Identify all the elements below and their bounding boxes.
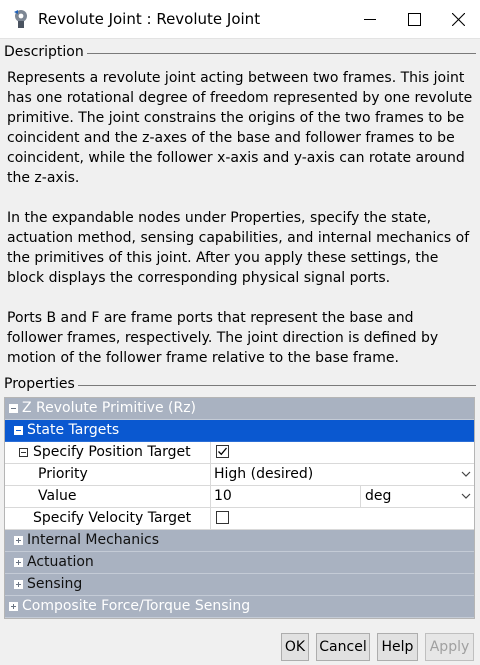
composite-sensing-label: Composite Force/Torque Sensing [22, 598, 251, 614]
collapse-icon[interactable] [9, 404, 18, 413]
unit-select[interactable]: deg [365, 488, 391, 504]
tree-row-composite-sensing[interactable]: Composite Force/Torque Sensing [5, 596, 474, 618]
tree-row-state-targets[interactable]: State Targets [5, 420, 474, 442]
tree-row-internal-mechanics[interactable]: Internal Mechanics [5, 530, 474, 552]
velocity-target-checkbox[interactable] [216, 511, 229, 524]
sensing-label: Sensing [27, 576, 83, 592]
description-paragraph: Ports B and F are frame ports that repre… [7, 310, 439, 366]
collapse-icon[interactable] [19, 448, 28, 457]
state-targets-label: State Targets [27, 422, 120, 438]
tree-row-primitive[interactable]: Z Revolute Primitive (Rz) [5, 398, 474, 420]
tree-row-specify-position-target[interactable]: Specify Position Target [5, 442, 474, 464]
internal-mechanics-label: Internal Mechanics [27, 532, 160, 548]
close-button[interactable] [436, 0, 480, 38]
properties-tree: Z Revolute Primitive (Rz) State Targets … [4, 397, 475, 619]
joint-app-icon [14, 10, 27, 28]
tree-row-actuation[interactable]: Actuation [5, 552, 474, 574]
description-text: Represents a revolute joint acting betwe… [7, 68, 473, 368]
close-icon [451, 12, 465, 26]
cancel-button[interactable]: Cancel [316, 633, 370, 661]
position-target-checkbox[interactable] [216, 445, 229, 458]
expand-icon[interactable] [14, 536, 23, 545]
help-button[interactable]: Help [377, 633, 418, 661]
tree-row-specify-velocity-target[interactable]: Specify Velocity Target [5, 508, 474, 530]
primitive-label: Z Revolute Primitive (Rz) [22, 400, 197, 416]
expand-icon[interactable] [9, 602, 18, 611]
value-input[interactable]: 10 [214, 488, 232, 504]
column-divider [210, 464, 211, 485]
description-header: Description [4, 42, 476, 62]
minimize-icon [364, 19, 376, 20]
column-divider [210, 442, 211, 463]
specify-velocity-label: Specify Velocity Target [33, 510, 192, 526]
properties-title: Properties [4, 376, 75, 392]
chevron-down-icon[interactable] [461, 470, 471, 478]
priority-label: Priority [38, 466, 88, 482]
check-icon [218, 447, 228, 456]
value-label: Value [38, 488, 77, 504]
chevron-down-icon[interactable] [461, 492, 471, 500]
minimize-button[interactable] [348, 0, 392, 38]
maximize-button[interactable] [392, 0, 436, 38]
window-title: Revolute Joint : Revolute Joint [38, 10, 261, 28]
description-title: Description [4, 44, 84, 60]
description-paragraph: In the expandable nodes under Properties… [7, 210, 470, 286]
maximize-icon [407, 12, 421, 26]
tree-row-sensing[interactable]: Sensing [5, 574, 474, 596]
tree-row-value[interactable]: Value 10 deg [5, 486, 474, 508]
expand-icon[interactable] [14, 580, 23, 589]
expand-icon[interactable] [14, 558, 23, 567]
properties-rule [77, 384, 476, 386]
description-rule [86, 52, 476, 54]
collapse-icon[interactable] [14, 426, 23, 435]
ok-button[interactable]: OK [281, 633, 309, 661]
tree-row-priority[interactable]: Priority High (desired) [5, 464, 474, 486]
priority-select[interactable]: High (desired) [214, 466, 313, 482]
column-divider [360, 486, 361, 507]
column-divider [210, 486, 211, 507]
title-bar: Revolute Joint : Revolute Joint [0, 0, 480, 39]
description-paragraph: Represents a revolute joint acting betwe… [7, 70, 473, 186]
actuation-label: Actuation [27, 554, 94, 570]
properties-header: Properties [4, 374, 476, 394]
column-divider [210, 508, 211, 529]
apply-button[interactable]: Apply [425, 633, 474, 661]
specify-position-label: Specify Position Target [33, 444, 191, 460]
